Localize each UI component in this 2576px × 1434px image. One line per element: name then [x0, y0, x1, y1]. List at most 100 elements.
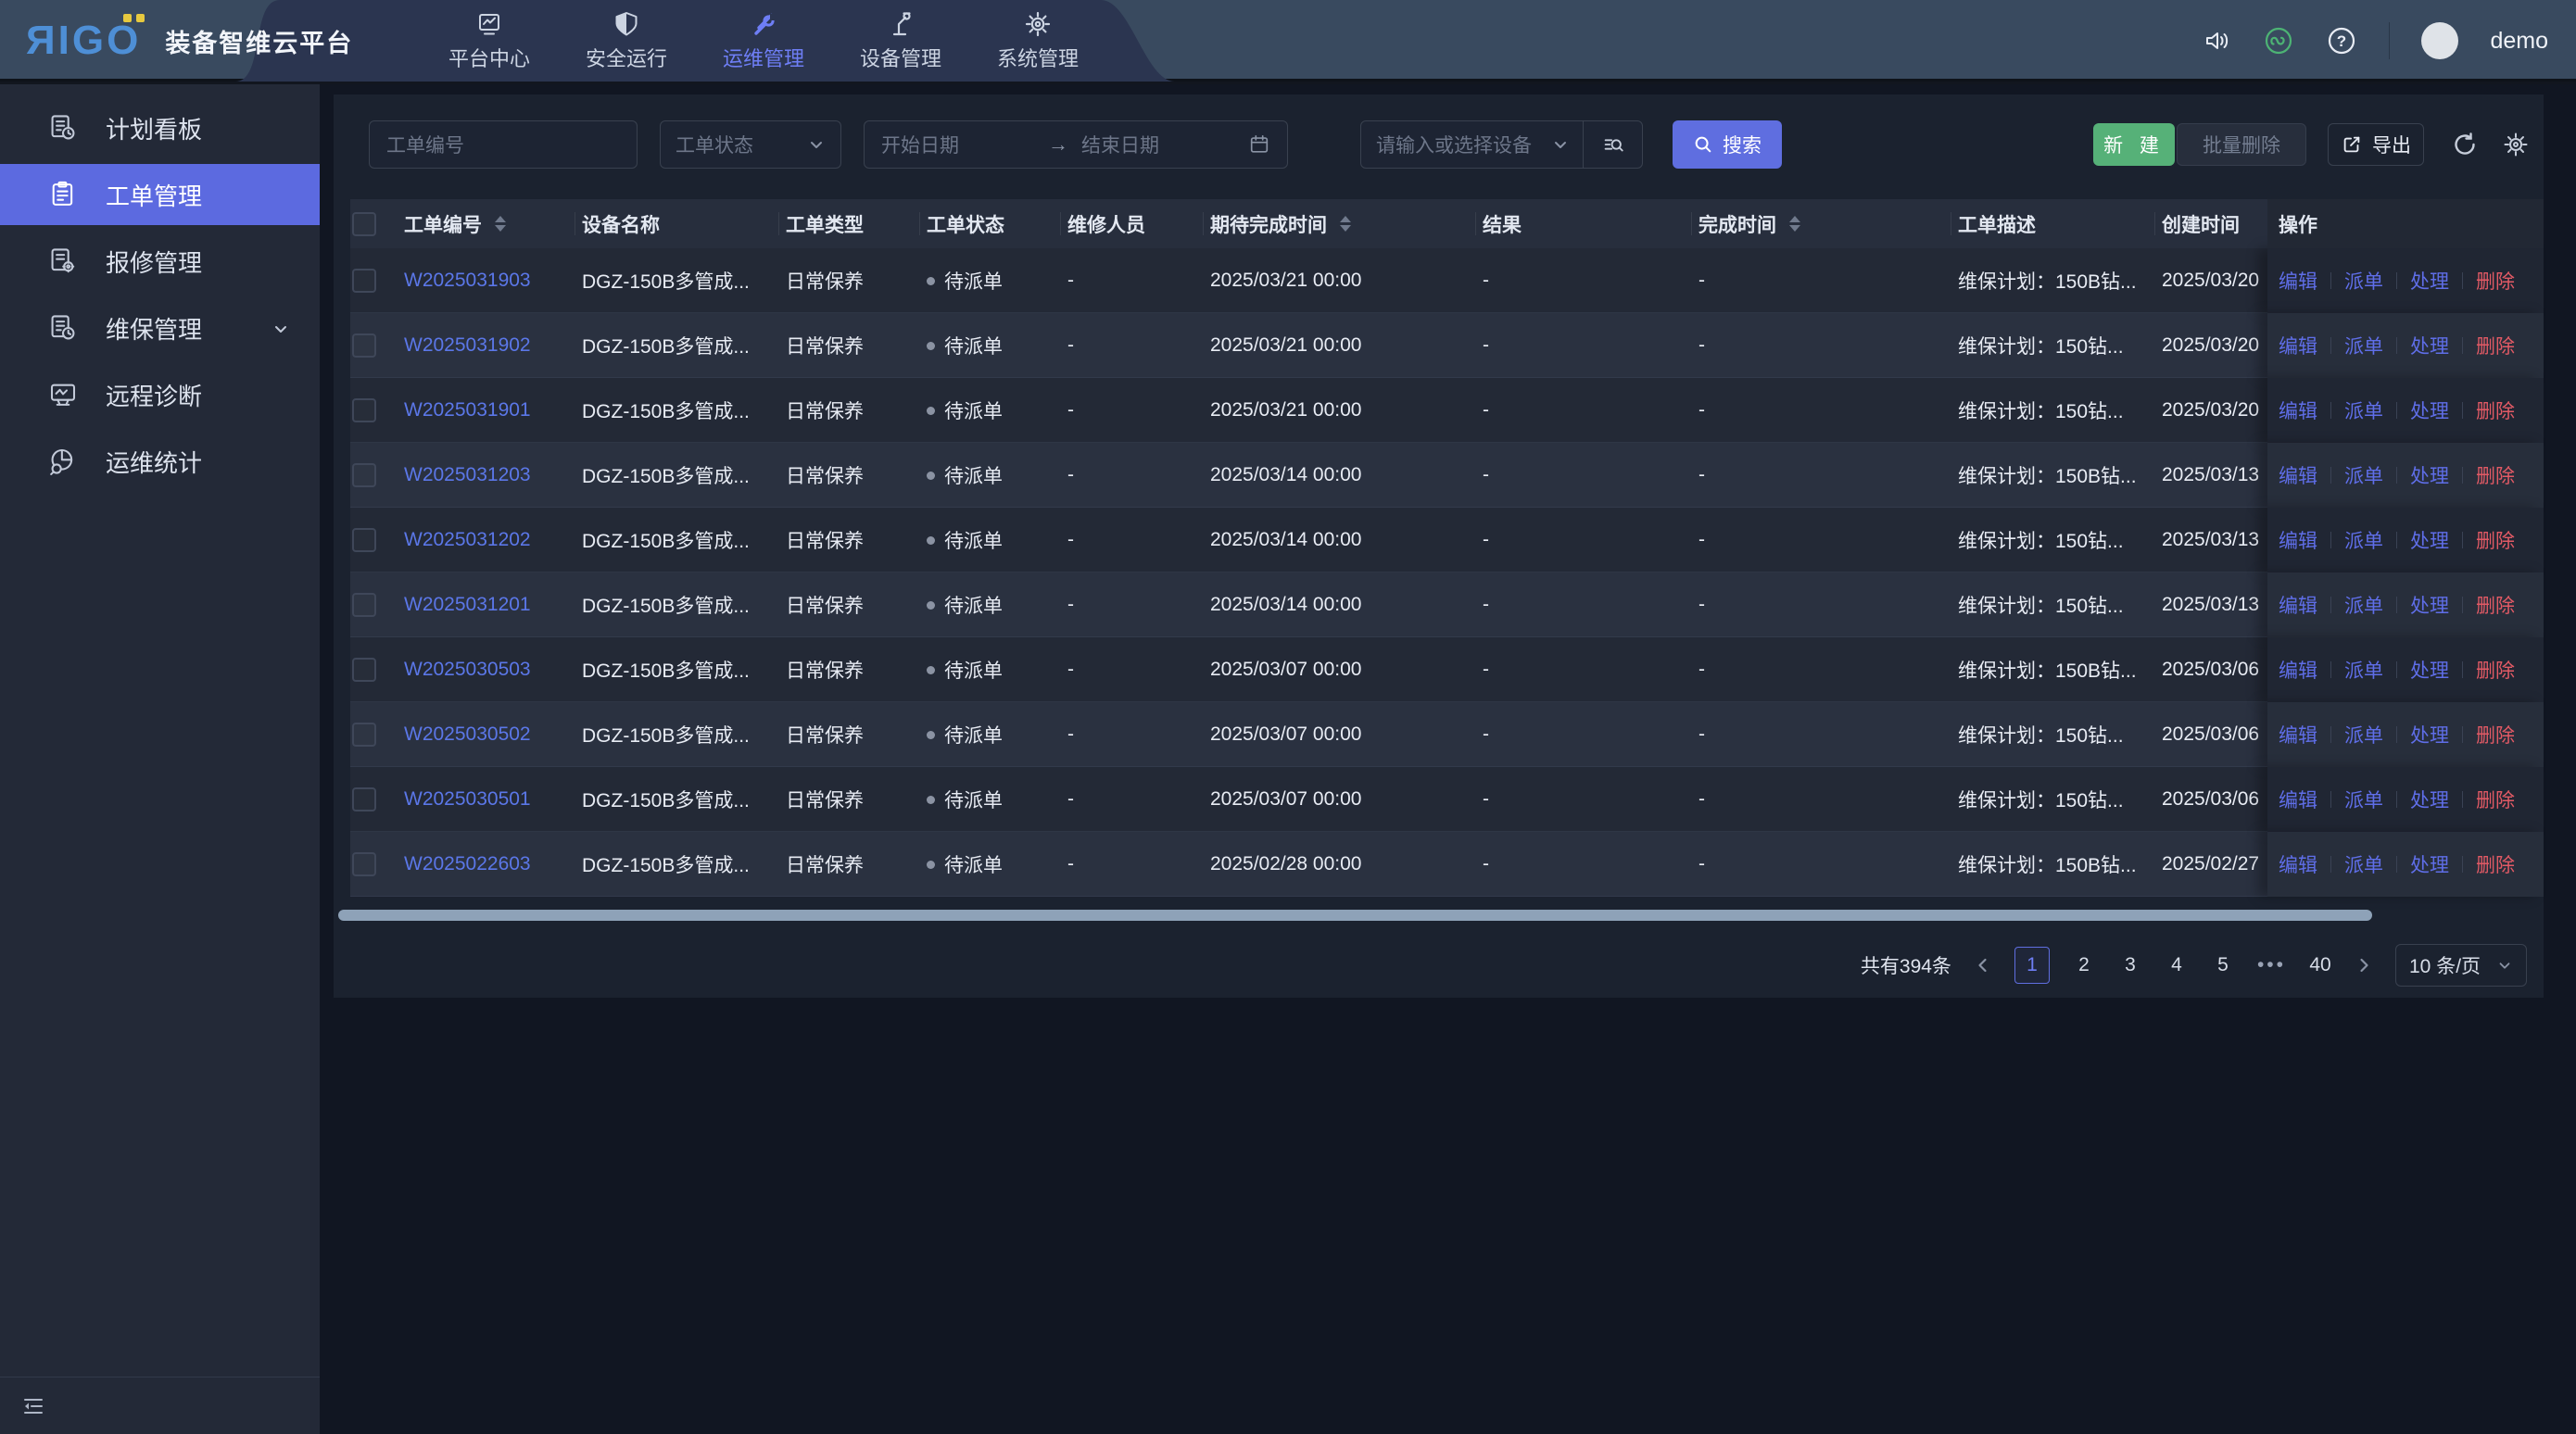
- more-pages-ellipsis[interactable]: •••: [2257, 954, 2286, 976]
- order-id-link[interactable]: W2025031201: [404, 594, 531, 615]
- dispatch-link[interactable]: 派单: [2344, 786, 2383, 813]
- nav-item-platform[interactable]: 平台中心: [445, 10, 534, 72]
- order-id-link[interactable]: W2025030503: [404, 659, 531, 680]
- delete-link[interactable]: 删除: [2476, 786, 2515, 813]
- prev-page-icon[interactable]: [1974, 956, 1992, 975]
- edit-link[interactable]: 编辑: [2279, 591, 2317, 619]
- order-id-link[interactable]: W2025030501: [404, 788, 531, 810]
- dispatch-link[interactable]: 派单: [2344, 461, 2383, 489]
- nav-item-ops[interactable]: 运维管理: [719, 10, 808, 72]
- page-button-4[interactable]: 4: [2165, 954, 2189, 976]
- delete-link[interactable]: 删除: [2476, 332, 2515, 359]
- dispatch-link[interactable]: 派单: [2344, 591, 2383, 619]
- device-tree-search-button[interactable]: [1583, 120, 1642, 169]
- page-button-2[interactable]: 2: [2072, 954, 2096, 976]
- delete-link[interactable]: 删除: [2476, 850, 2515, 878]
- delete-link[interactable]: 删除: [2476, 267, 2515, 295]
- sort-control[interactable]: [495, 216, 506, 232]
- edit-link[interactable]: 编辑: [2279, 656, 2317, 684]
- collapse-sidebar-icon[interactable]: [20, 1393, 46, 1419]
- row-checkbox[interactable]: [352, 658, 376, 682]
- sidebar-item-work-orders[interactable]: 工单管理: [0, 164, 320, 225]
- table-row[interactable]: W2025031901 DGZ-150B多管成... 日常保养 待派单 - 20…: [350, 378, 2544, 443]
- refresh-icon[interactable]: [2451, 131, 2479, 158]
- create-button[interactable]: 新 建: [2093, 123, 2175, 166]
- order-id-link[interactable]: W2025031901: [404, 399, 531, 421]
- edit-link[interactable]: 编辑: [2279, 332, 2317, 359]
- horizontal-scrollbar[interactable]: [338, 910, 2372, 921]
- row-checkbox[interactable]: [352, 398, 376, 422]
- sidebar-item-maintenance[interactable]: 维保管理: [0, 297, 320, 358]
- order-id-link[interactable]: W2025031203: [404, 464, 531, 485]
- dispatch-link[interactable]: 派单: [2344, 721, 2383, 748]
- order-id-link[interactable]: W2025022603: [404, 853, 531, 874]
- handle-link[interactable]: 处理: [2410, 786, 2449, 813]
- connection-icon[interactable]: [2263, 25, 2294, 57]
- edit-link[interactable]: 编辑: [2279, 850, 2317, 878]
- edit-link[interactable]: 编辑: [2279, 267, 2317, 295]
- table-row[interactable]: W2025030502 DGZ-150B多管成... 日常保养 待派单 - 20…: [350, 702, 2544, 767]
- handle-link[interactable]: 处理: [2410, 267, 2449, 295]
- order-id-link[interactable]: W2025030502: [404, 723, 531, 745]
- page-button-40[interactable]: 40: [2308, 954, 2332, 976]
- nav-item-safety[interactable]: 安全运行: [582, 10, 671, 72]
- dispatch-link[interactable]: 派单: [2344, 850, 2383, 878]
- table-row[interactable]: W2025030501 DGZ-150B多管成... 日常保养 待派单 - 20…: [350, 767, 2544, 832]
- sidebar-item-plan-board[interactable]: 计划看板: [0, 97, 320, 158]
- delete-link[interactable]: 删除: [2476, 396, 2515, 424]
- volume-icon[interactable]: [2202, 26, 2231, 56]
- nav-item-system[interactable]: 系统管理: [993, 10, 1082, 72]
- dispatch-link[interactable]: 派单: [2344, 332, 2383, 359]
- handle-link[interactable]: 处理: [2410, 721, 2449, 748]
- page-button-3[interactable]: 3: [2118, 954, 2142, 976]
- row-checkbox[interactable]: [352, 333, 376, 358]
- sidebar-item-ops-statistics[interactable]: 运维统计: [0, 431, 320, 492]
- handle-link[interactable]: 处理: [2410, 526, 2449, 554]
- avatar[interactable]: [2421, 22, 2458, 59]
- delete-link[interactable]: 删除: [2476, 591, 2515, 619]
- sort-control[interactable]: [1340, 216, 1351, 232]
- order-id-link[interactable]: W2025031902: [404, 334, 531, 356]
- row-checkbox[interactable]: [352, 593, 376, 617]
- handle-link[interactable]: 处理: [2410, 850, 2449, 878]
- order-no-input[interactable]: 工单编号: [369, 120, 638, 169]
- export-button[interactable]: 导出: [2328, 123, 2424, 166]
- table-row[interactable]: W2025031201 DGZ-150B多管成... 日常保养 待派单 - 20…: [350, 572, 2544, 637]
- help-icon[interactable]: ?: [2326, 25, 2357, 57]
- table-row[interactable]: W2025031902 DGZ-150B多管成... 日常保养 待派单 - 20…: [350, 313, 2544, 378]
- delete-link[interactable]: 删除: [2476, 461, 2515, 489]
- row-checkbox[interactable]: [352, 463, 376, 487]
- edit-link[interactable]: 编辑: [2279, 786, 2317, 813]
- page-button-5[interactable]: 5: [2211, 954, 2235, 976]
- sort-control[interactable]: [1789, 216, 1800, 232]
- next-page-icon[interactable]: [2355, 956, 2373, 975]
- row-checkbox[interactable]: [352, 787, 376, 811]
- table-row[interactable]: W2025030503 DGZ-150B多管成... 日常保养 待派单 - 20…: [350, 637, 2544, 702]
- row-checkbox[interactable]: [352, 723, 376, 747]
- order-id-link[interactable]: W2025031202: [404, 529, 531, 550]
- sidebar-item-remote-diagnosis[interactable]: 远程诊断: [0, 364, 320, 425]
- settings-gear-icon[interactable]: [2502, 131, 2530, 158]
- handle-link[interactable]: 处理: [2410, 656, 2449, 684]
- delete-link[interactable]: 删除: [2476, 526, 2515, 554]
- row-checkbox[interactable]: [352, 852, 376, 876]
- dispatch-link[interactable]: 派单: [2344, 656, 2383, 684]
- device-select[interactable]: 请输入或选择设备: [1361, 131, 1583, 158]
- order-id-link[interactable]: W2025031903: [404, 270, 531, 291]
- select-all-checkbox[interactable]: [352, 212, 376, 236]
- order-status-select[interactable]: 工单状态: [660, 120, 841, 169]
- search-button[interactable]: 搜索: [1673, 120, 1782, 169]
- nav-item-devices[interactable]: 设备管理: [856, 10, 945, 72]
- delete-link[interactable]: 删除: [2476, 721, 2515, 748]
- delete-link[interactable]: 删除: [2476, 656, 2515, 684]
- edit-link[interactable]: 编辑: [2279, 396, 2317, 424]
- table-row[interactable]: W2025031903 DGZ-150B多管成... 日常保养 待派单 - 20…: [350, 248, 2544, 313]
- dispatch-link[interactable]: 派单: [2344, 396, 2383, 424]
- sidebar-item-repairs[interactable]: 报修管理: [0, 231, 320, 292]
- row-checkbox[interactable]: [352, 528, 376, 552]
- handle-link[interactable]: 处理: [2410, 461, 2449, 489]
- edit-link[interactable]: 编辑: [2279, 721, 2317, 748]
- date-range-picker[interactable]: 开始日期 → 结束日期: [864, 120, 1288, 169]
- dispatch-link[interactable]: 派单: [2344, 526, 2383, 554]
- page-button-1[interactable]: 1: [2014, 947, 2050, 984]
